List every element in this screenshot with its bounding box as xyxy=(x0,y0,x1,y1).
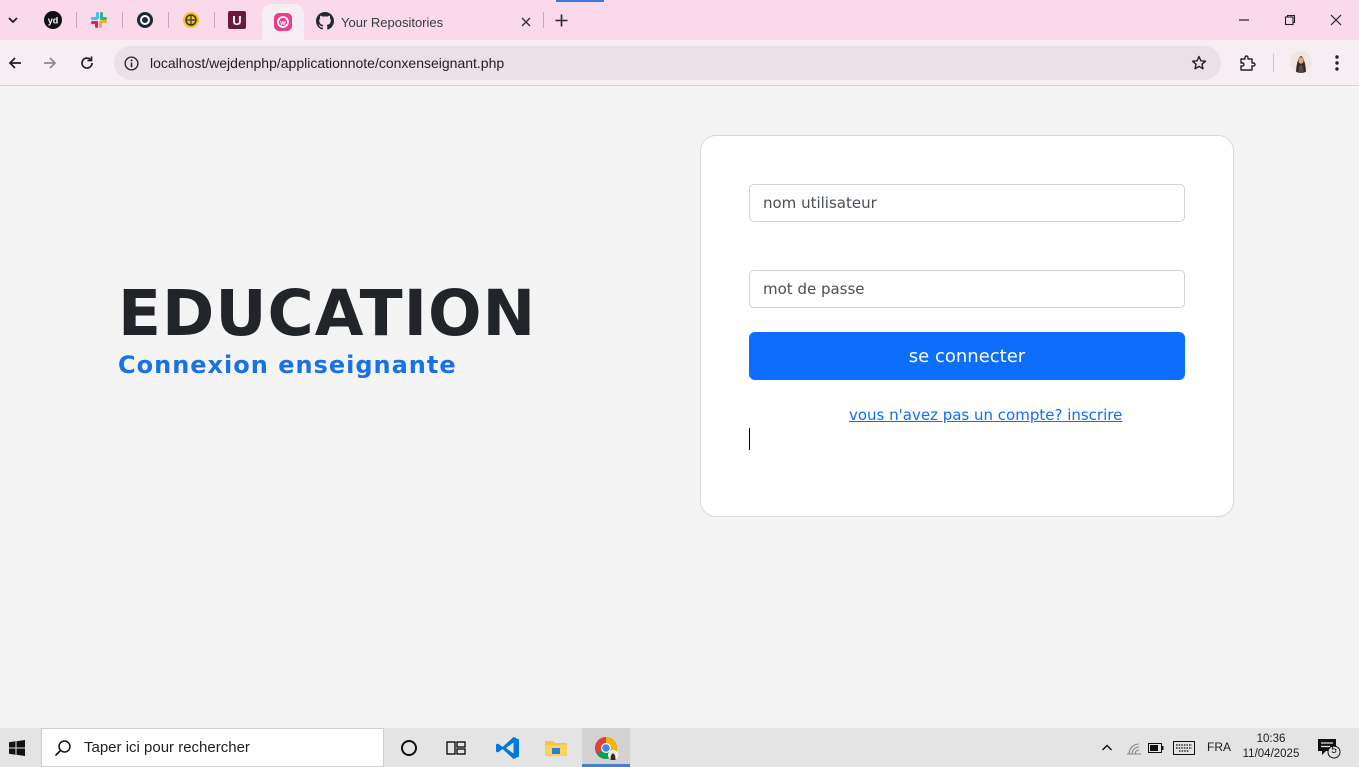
battery-icon xyxy=(1148,743,1164,753)
clock[interactable]: 10:36 11/04/2025 xyxy=(1241,732,1301,762)
battery-button[interactable] xyxy=(1146,738,1166,758)
restore-button[interactable] xyxy=(1267,0,1313,40)
login-card: nom utilisateur mot de passe se connecte… xyxy=(700,135,1234,517)
text-cursor xyxy=(749,428,750,450)
task-view-button[interactable] xyxy=(434,730,478,766)
pinned-tab-yellow-app[interactable] xyxy=(179,8,203,32)
restore-icon xyxy=(1284,14,1296,26)
slack-icon xyxy=(91,12,107,28)
pinned-tab-slack[interactable] xyxy=(87,8,111,32)
keyboard-icon xyxy=(1173,741,1195,755)
pinned-tab-yd[interactable]: yd xyxy=(41,8,65,32)
pinned-tab-circle-app[interactable] xyxy=(133,8,157,32)
notification-center-button[interactable]: 5 xyxy=(1316,737,1342,759)
browser-menu-button[interactable] xyxy=(1324,50,1350,76)
taskbar: Taper ici pour rechercher FRA 10:36 11/0… xyxy=(0,728,1359,767)
reload-button[interactable] xyxy=(74,50,100,76)
back-button[interactable] xyxy=(2,50,28,76)
login-button[interactable]: se connecter xyxy=(749,332,1185,380)
cortana-icon xyxy=(401,740,417,756)
site-info-button[interactable] xyxy=(121,53,141,73)
reload-icon xyxy=(81,56,93,69)
notification-icon xyxy=(1318,739,1341,759)
star-icon xyxy=(1191,55,1207,70)
task-view-icon xyxy=(446,741,466,755)
signup-link[interactable]: vous n'avez pas un compte? inscrire xyxy=(849,406,1122,424)
wifi-icon xyxy=(1127,743,1141,755)
folder-icon xyxy=(545,741,567,756)
svg-text:yd: yd xyxy=(48,16,59,26)
show-hidden-icons-button[interactable] xyxy=(1097,738,1117,758)
close-tab-button[interactable] xyxy=(516,12,536,32)
close-icon xyxy=(1330,14,1342,26)
windows-icon xyxy=(9,739,25,756)
start-button[interactable] xyxy=(0,728,34,767)
chevron-down-icon xyxy=(8,17,18,24)
pink-app-icon: w xyxy=(274,13,292,31)
close-icon xyxy=(521,17,531,27)
close-window-button[interactable] xyxy=(1313,0,1359,40)
tab-separator xyxy=(76,12,77,28)
username-placeholder: nom utilisateur xyxy=(763,194,877,212)
password-input[interactable]: mot de passe xyxy=(749,270,1185,308)
avatar-icon xyxy=(1290,51,1312,73)
brand-title: EDUCATION xyxy=(118,277,537,350)
circle-app-icon xyxy=(137,12,153,28)
yellow-app-icon xyxy=(183,12,199,28)
tab-strip: yd U w Your Repositories xyxy=(0,0,1359,40)
github-icon xyxy=(316,12,334,30)
search-icon xyxy=(54,739,71,756)
minimize-button[interactable] xyxy=(1221,0,1267,40)
clock-time: 10:36 xyxy=(1256,733,1286,745)
pinned-tab-u-app[interactable]: U xyxy=(225,8,249,32)
svg-text:w: w xyxy=(279,20,286,27)
browser-toolbar: localhost/wejdenphp/applicationnote/conx… xyxy=(0,40,1359,86)
page-content: EDUCATION Connexion enseignante nom util… xyxy=(0,87,1359,728)
username-input[interactable]: nom utilisateur xyxy=(749,184,1185,222)
tab-title: Your Repositories xyxy=(341,14,444,30)
more-vert-icon xyxy=(1335,55,1339,71)
active-tab[interactable]: w xyxy=(262,4,304,40)
new-tab-button[interactable] xyxy=(549,8,573,32)
tab-separator xyxy=(122,12,123,28)
forward-button[interactable] xyxy=(37,50,63,76)
info-icon xyxy=(123,55,139,71)
chevron-up-icon xyxy=(1102,744,1112,751)
tab-separator xyxy=(214,12,215,28)
page-subtitle: Connexion enseignante xyxy=(118,351,457,379)
puzzle-icon xyxy=(1240,55,1256,71)
touch-keyboard-button[interactable] xyxy=(1172,738,1196,758)
tab-search-button[interactable] xyxy=(2,9,24,31)
arrow-left-icon xyxy=(8,57,21,69)
tab-indicator xyxy=(556,0,604,2)
password-placeholder: mot de passe xyxy=(763,280,865,298)
svg-text:U: U xyxy=(232,13,241,28)
notification-count: 5 xyxy=(1331,745,1337,756)
file-explorer-button[interactable] xyxy=(534,730,578,766)
arrow-right-icon xyxy=(44,57,57,69)
tab-separator xyxy=(168,12,169,28)
toolbar-separator xyxy=(1273,54,1274,72)
chrome-icon xyxy=(595,736,618,760)
minimize-icon xyxy=(1239,19,1249,21)
tab-separator xyxy=(543,12,544,28)
search-placeholder: Taper ici pour rechercher xyxy=(84,739,250,756)
chrome-taskbar-button[interactable] xyxy=(582,728,630,767)
input-language[interactable]: FRA xyxy=(1207,740,1231,754)
network-button[interactable] xyxy=(1124,738,1144,758)
plus-icon xyxy=(555,14,567,26)
u-app-icon: U xyxy=(228,11,246,29)
cortana-button[interactable] xyxy=(387,730,431,766)
extensions-button[interactable] xyxy=(1234,50,1260,76)
url-text[interactable]: localhost/wejdenphp/applicationnote/conx… xyxy=(150,55,504,71)
taskbar-search[interactable]: Taper ici pour rechercher xyxy=(41,728,384,767)
clock-date: 11/04/2025 xyxy=(1242,748,1300,760)
vscode-icon xyxy=(496,737,519,759)
profile-avatar[interactable] xyxy=(1290,51,1312,73)
yd-icon: yd xyxy=(44,11,62,29)
tab-your-repositories[interactable]: Your Repositories xyxy=(306,4,544,40)
vscode-taskbar-button[interactable] xyxy=(486,730,530,766)
address-bar[interactable]: localhost/wejdenphp/applicationnote/conx… xyxy=(114,46,1221,80)
bookmark-button[interactable] xyxy=(1189,53,1209,73)
